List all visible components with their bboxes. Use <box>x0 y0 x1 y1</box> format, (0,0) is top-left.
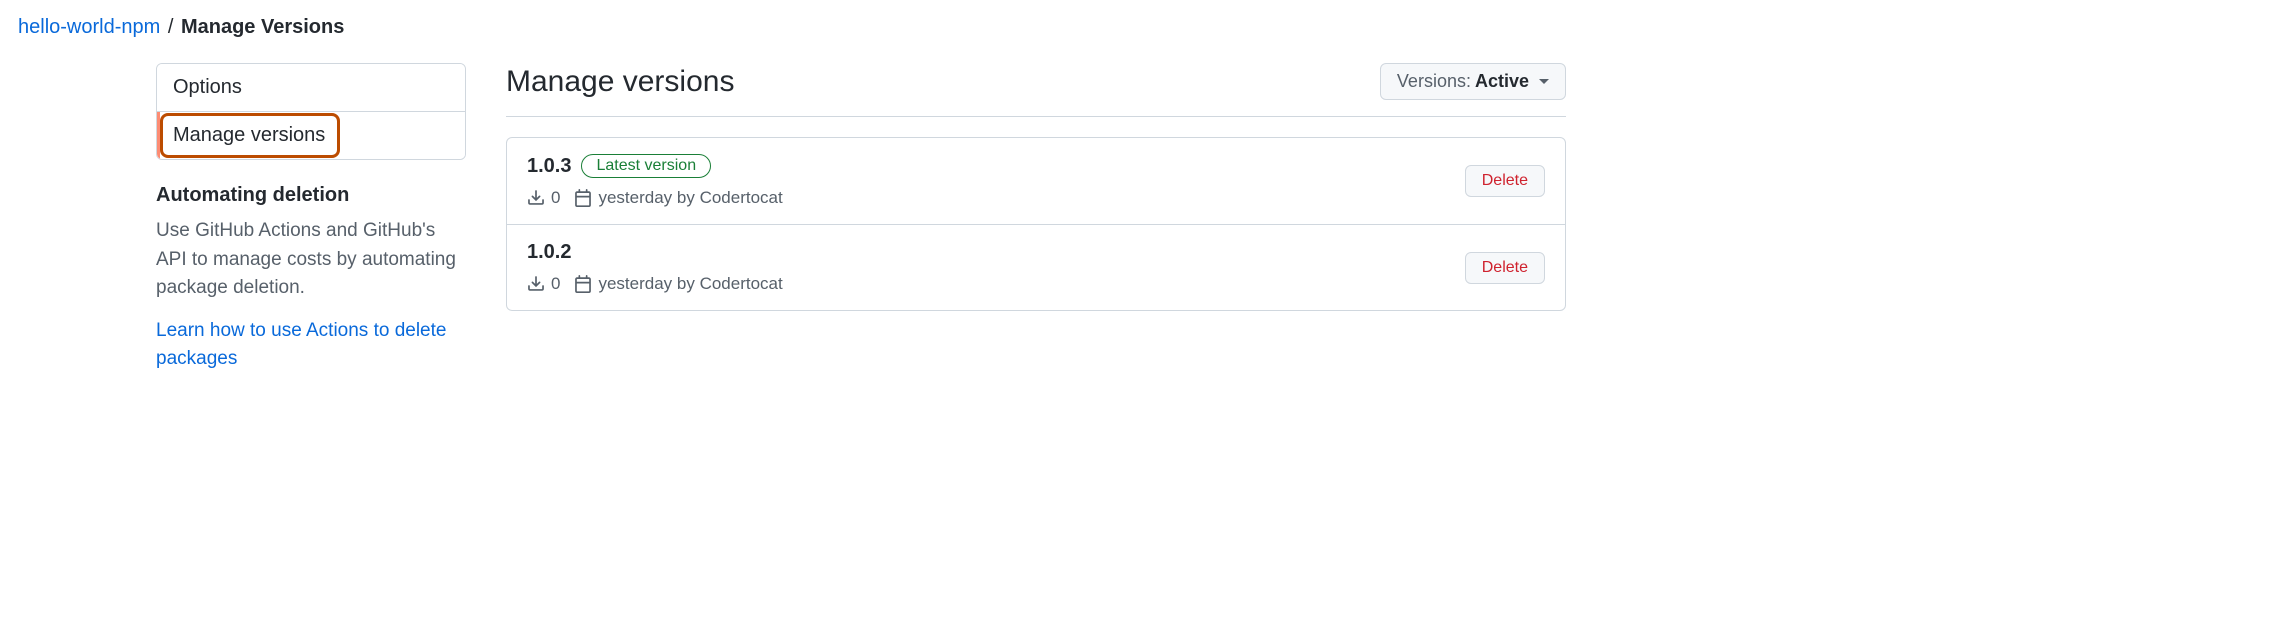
delete-button[interactable]: Delete <box>1465 252 1545 284</box>
nav-item-label: Manage versions <box>173 124 325 146</box>
version-info: 1.0.3 Latest version 0 yesterday by Code… <box>527 154 1465 208</box>
breadcrumb-separator: / <box>168 16 174 38</box>
version-meta: 0 yesterday by Codertocat <box>527 188 1465 208</box>
section-description: Use GitHub Actions and GitHub's API to m… <box>156 217 466 303</box>
nav-item-options[interactable]: Options <box>157 64 465 112</box>
version-title-row: 1.0.2 <box>527 241 1465 264</box>
version-row: 1.0.3 Latest version 0 yesterday by Code… <box>507 138 1565 225</box>
download-count: 0 <box>551 274 560 294</box>
versions-filter-dropdown[interactable]: Versions: Active <box>1380 63 1566 100</box>
version-number: 1.0.2 <box>527 241 571 264</box>
calendar-icon <box>574 189 592 207</box>
sidebar: Options Manage versions Automating delet… <box>156 63 466 374</box>
download-icon <box>527 275 545 293</box>
downloads-meta: 0 <box>527 188 560 208</box>
download-icon <box>527 189 545 207</box>
delete-button[interactable]: Delete <box>1465 165 1545 197</box>
version-number: 1.0.3 <box>527 155 571 178</box>
latest-version-badge: Latest version <box>581 154 711 178</box>
page-title: Manage versions <box>506 65 734 99</box>
calendar-icon <box>574 275 592 293</box>
main-header: Manage versions Versions: Active <box>506 63 1566 117</box>
published-text: yesterday by Codertocat <box>598 274 782 294</box>
active-indicator <box>157 112 160 159</box>
version-meta: 0 yesterday by Codertocat <box>527 274 1465 294</box>
version-list: 1.0.3 Latest version 0 yesterday by Code… <box>506 137 1566 311</box>
version-title-row: 1.0.3 Latest version <box>527 154 1465 178</box>
nav-item-manage-versions[interactable]: Manage versions <box>157 112 465 159</box>
highlight-box <box>160 113 340 158</box>
version-row: 1.0.2 0 yesterday by Codertocat <box>507 225 1565 310</box>
downloads-meta: 0 <box>527 274 560 294</box>
main-content: Manage versions Versions: Active 1.0.3 L… <box>506 63 1566 374</box>
filter-value: Active <box>1475 71 1529 92</box>
version-info: 1.0.2 0 yesterday by Codertocat <box>527 241 1465 294</box>
breadcrumb: hello-world-npm / Manage Versions <box>16 16 2268 39</box>
nav-item-label: Options <box>173 76 242 98</box>
section-title: Automating deletion <box>156 184 466 207</box>
settings-nav: Options Manage versions <box>156 63 466 160</box>
published-meta: yesterday by Codertocat <box>574 274 782 294</box>
breadcrumb-parent-link[interactable]: hello-world-npm <box>18 16 160 38</box>
chevron-down-icon <box>1539 79 1549 84</box>
breadcrumb-current: Manage Versions <box>181 16 344 38</box>
filter-label: Versions: <box>1397 71 1471 92</box>
published-text: yesterday by Codertocat <box>598 188 782 208</box>
published-meta: yesterday by Codertocat <box>574 188 782 208</box>
learn-actions-link[interactable]: Learn how to use Actions to delete packa… <box>156 320 446 370</box>
download-count: 0 <box>551 188 560 208</box>
automating-deletion-section: Automating deletion Use GitHub Actions a… <box>156 184 466 374</box>
